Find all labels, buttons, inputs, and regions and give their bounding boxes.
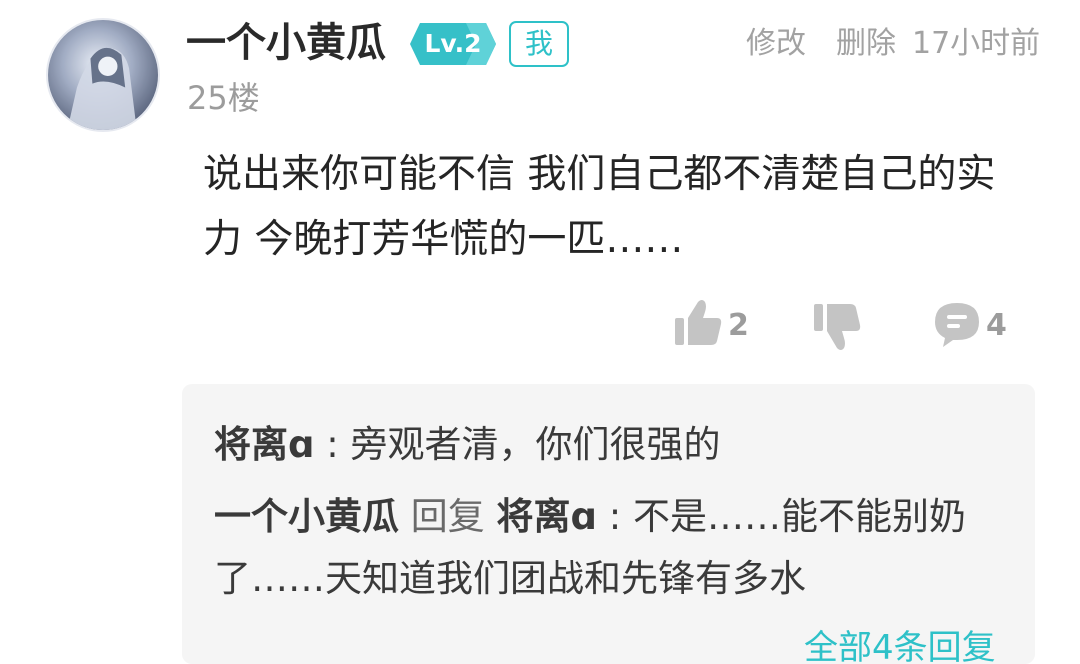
reply-item[interactable]: 一个小黄瓜 回复 将离ɑ : 不是……能不能别奶了……天知道我们团战和先锋有多水 xyxy=(214,486,1004,610)
thumbs-up-icon xyxy=(675,300,722,345)
floor-number: 25楼 xyxy=(187,79,260,117)
reply-author[interactable]: 一个小黄瓜 xyxy=(214,495,399,538)
reply-author[interactable]: 将离ɑ xyxy=(214,423,315,466)
reply-text: 旁观者清，你们很强的 xyxy=(350,423,721,466)
post-timestamp: 17小时前 xyxy=(912,26,1041,61)
username[interactable]: 一个小黄瓜 xyxy=(186,18,386,68)
replies-panel: 将离ɑ : 旁观者清，你们很强的 一个小黄瓜 回复 将离ɑ : 不是……能不能别… xyxy=(182,384,1035,664)
like-count: 2 xyxy=(728,308,749,343)
delete-button[interactable]: 删除 xyxy=(836,24,896,64)
me-badge: 我 xyxy=(509,21,569,67)
user-avatar[interactable] xyxy=(46,18,160,132)
reply-separator: : xyxy=(314,423,351,466)
reply-item[interactable]: 将离ɑ : 旁观者清，你们很强的 xyxy=(214,414,1004,476)
like-button[interactable]: 2 xyxy=(674,298,774,352)
thumbs-down-icon xyxy=(814,304,861,350)
dislike-button[interactable] xyxy=(813,298,863,352)
all-replies-link[interactable]: 全部4条回复 xyxy=(804,628,996,664)
comment-button[interactable]: 4 xyxy=(933,298,1013,352)
reply-target[interactable]: 将离ɑ xyxy=(497,495,598,538)
comment-body: 说出来你可能不信 我们自己都不清楚自己的实力 今晚打芳华慌的一匹…… xyxy=(203,152,996,262)
reply-verb: 回复 xyxy=(399,495,497,538)
reply-count: 4 xyxy=(986,308,1007,343)
level-badge: Lv.2 xyxy=(410,23,496,65)
level-label: Lv.2 xyxy=(424,29,482,58)
reply-separator: : xyxy=(597,495,634,538)
edit-button[interactable]: 修改 xyxy=(746,24,806,64)
comment-bubble-icon xyxy=(935,303,979,347)
